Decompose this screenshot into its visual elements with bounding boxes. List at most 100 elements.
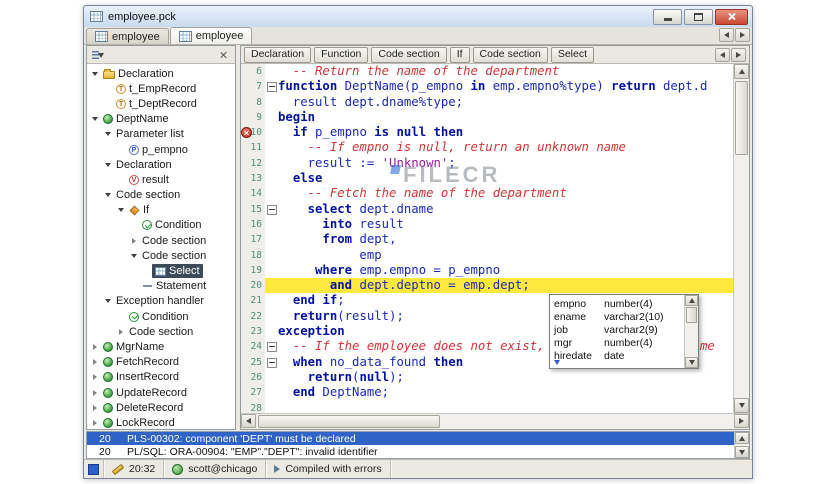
error-scrollbar[interactable] [734, 432, 749, 458]
fold-marker-icon[interactable] [266, 82, 277, 93]
code-line-14[interactable]: 14 -- Fetch the name of the department [241, 186, 733, 202]
expand-icon[interactable] [89, 344, 100, 350]
code-line-7[interactable]: 7 function DeptName(p_empno in emp.empno%… [241, 79, 733, 95]
tab-scroll-right-button[interactable] [735, 28, 750, 42]
tree-item-select[interactable]: Select [87, 263, 235, 279]
tree-item-declaration[interactable]: Declaration [87, 66, 235, 81]
scroll-up-button[interactable] [734, 64, 749, 79]
completion-item-job[interactable]: job varchar2(9) [554, 323, 684, 336]
popup-scroll-up-button[interactable] [685, 295, 698, 306]
code-line-10[interactable]: 10 if p_empno is null then [241, 125, 733, 141]
tree-item-parameter-list[interactable]: Parameter list [87, 127, 235, 142]
completion-item-ename[interactable]: ename varchar2(10) [554, 310, 684, 323]
fold-marker-icon[interactable] [266, 342, 277, 353]
tree-item-deleterecord[interactable]: DeleteRecord [87, 400, 235, 415]
code-line-6[interactable]: 6 -- Return the name of the department [241, 64, 733, 80]
collapse-icon[interactable] [115, 208, 126, 212]
tree-item-mgrname[interactable]: MgrName [87, 339, 235, 354]
collapse-icon[interactable] [128, 254, 139, 258]
expand-icon[interactable] [89, 405, 100, 411]
error-scroll-up-button[interactable] [735, 432, 749, 444]
sort-button[interactable] [90, 48, 106, 62]
collapse-icon[interactable] [102, 132, 113, 136]
code-line-9[interactable]: 9 begin [241, 109, 733, 126]
breadcrumb-scroll-right-button[interactable] [731, 47, 746, 62]
tree-item-if[interactable]: If [87, 203, 235, 218]
collapse-icon[interactable] [102, 163, 113, 167]
code-editor[interactable]: 6 -- Return the name of the department 7 f… [241, 64, 733, 413]
tree-item-condition[interactable]: Condition [87, 218, 235, 233]
code-line-12[interactable]: 12 result := 'Unknown'; [241, 155, 733, 172]
tree-item-condition[interactable]: Condition [87, 309, 235, 324]
close-button[interactable] [715, 8, 748, 25]
tree-item-declaration[interactable]: Declaration [87, 157, 235, 172]
expand-icon[interactable] [89, 374, 100, 380]
breadcrumb-code-section-4[interactable]: Code section [472, 46, 548, 63]
vertical-scroll-thumb[interactable] [735, 81, 748, 155]
code-line-17[interactable]: 17 from dept, [241, 232, 733, 248]
expand-icon[interactable] [115, 329, 126, 335]
tree-item-t-emprecord[interactable]: Tt_EmpRecord [87, 81, 235, 96]
tree-item-p-empno[interactable]: Pp_empno [87, 142, 235, 157]
expand-icon[interactable] [128, 238, 139, 244]
popup-scroll-down-button[interactable] [685, 357, 698, 368]
collapse-icon[interactable] [102, 299, 113, 303]
title-bar[interactable]: employee.pck [84, 6, 752, 28]
tree-item-updaterecord[interactable]: UpdateRecord [87, 385, 235, 400]
code-line-28[interactable]: 28 [241, 400, 733, 413]
minimize-button[interactable] [653, 8, 682, 25]
code-line-27[interactable]: 27 end DeptName; [241, 385, 733, 401]
tree-item-exception-handler[interactable]: Exception handler [87, 294, 235, 309]
error-row-0[interactable]: 20 PLS-00302: component 'DEPT' must be de… [87, 432, 734, 445]
vertical-scroll-track[interactable] [734, 79, 749, 398]
completion-scrollbar[interactable] [684, 295, 698, 368]
collapse-icon[interactable] [89, 72, 100, 76]
breadcrumb-declaration-0[interactable]: Declaration [244, 46, 312, 63]
tree-close-button[interactable] [216, 48, 232, 62]
breadcrumb-select-5[interactable]: Select [550, 46, 595, 63]
horizontal-scroll-track[interactable] [256, 414, 734, 429]
tab-employee-0[interactable]: employee [86, 28, 169, 44]
error-scroll-down-button[interactable] [735, 446, 749, 458]
tab-scroll-left-button[interactable] [719, 28, 734, 42]
code-line-8[interactable]: 8 result dept.dname%type; [241, 94, 733, 110]
expand-icon[interactable] [89, 420, 100, 426]
tree-item-code-section[interactable]: Code section [87, 233, 235, 248]
tree-item-code-section[interactable]: Code section [87, 248, 235, 263]
scroll-left-button[interactable] [241, 414, 256, 428]
code-line-18[interactable]: 18 emp [241, 247, 733, 263]
error-row-1[interactable]: 20 PL/SQL: ORA-00904: "EMP"."DEPT": inval… [87, 445, 734, 458]
breadcrumb-scroll-left-button[interactable] [715, 47, 730, 62]
code-line-13[interactable]: 13 else [241, 171, 733, 187]
tree-item-deptname[interactable]: DeptName [87, 112, 235, 127]
maximize-button[interactable] [684, 8, 713, 25]
editor-horizontal-scrollbar[interactable] [241, 413, 749, 429]
popup-scroll-track[interactable] [685, 306, 698, 357]
completion-item-mgr[interactable]: mgr number(4) [554, 336, 684, 349]
code-line-20[interactable]: 20 and dept.deptno = emp.dept; [241, 278, 733, 294]
completion-item-hiredate[interactable]: hiredate date [554, 349, 684, 362]
breadcrumb-if-3[interactable]: If [449, 46, 470, 63]
fold-marker-icon[interactable] [266, 204, 277, 215]
completion-item-empno[interactable]: empno number(4) [554, 297, 684, 310]
expand-icon[interactable] [89, 390, 100, 396]
tree-item-code-section[interactable]: Code section [87, 324, 235, 339]
tab-employee-1[interactable]: employee [169, 27, 253, 44]
tree-item-lockrecord[interactable]: LockRecord [87, 415, 235, 429]
expand-icon[interactable] [89, 359, 100, 365]
scroll-down-button[interactable] [734, 398, 749, 413]
code-line-16[interactable]: 16 into result [241, 216, 733, 233]
horizontal-scroll-thumb[interactable] [258, 415, 440, 428]
scroll-right-button[interactable] [734, 414, 749, 428]
tree-item-insertrecord[interactable]: InsertRecord [87, 370, 235, 385]
tree-item-statement[interactable]: Statement [87, 279, 235, 294]
popup-scroll-thumb[interactable] [686, 307, 697, 323]
code-line-26[interactable]: 26 return(null); [241, 369, 733, 386]
fold-marker-icon[interactable] [266, 357, 277, 368]
collapse-icon[interactable] [102, 193, 113, 197]
collapse-icon[interactable] [89, 117, 100, 121]
tree-item-code-section[interactable]: Code section [87, 188, 235, 203]
breadcrumb-function-1[interactable]: Function [314, 46, 369, 63]
code-line-19[interactable]: 19 where emp.empno = p_empno [241, 262, 733, 279]
tree-item-t-deptrecord[interactable]: Tt_DeptRecord [87, 96, 235, 111]
